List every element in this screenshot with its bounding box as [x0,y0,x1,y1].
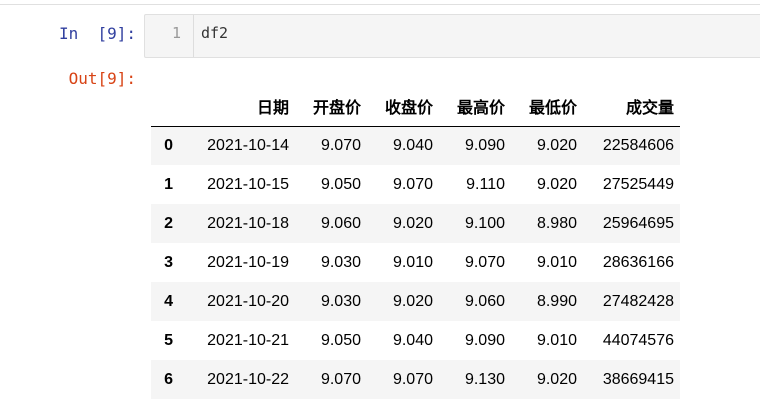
row-index: 2 [164,214,173,232]
column-header-low: 最低价 [511,86,583,127]
cell-high: 9.130 [464,370,505,388]
input-prompt: In [9]: [58,24,136,43]
row-index: 5 [164,331,173,349]
row-index: 0 [164,136,173,154]
cell-open: 9.030 [320,292,361,310]
table-row: 1 2021-10-15 9.050 9.070 9.110 9.020 275… [151,165,680,204]
index-header [151,86,179,127]
cell-date: 2021-10-18 [207,214,289,232]
cell-high: 9.100 [464,214,505,232]
cell-open: 9.050 [320,331,361,349]
cell-open: 9.070 [320,370,361,388]
cell-date: 2021-10-15 [207,175,289,193]
cell-close: 9.010 [392,253,433,271]
cell-low: 9.020 [536,370,577,388]
code-line[interactable]: df2 [201,24,228,42]
row-index: 1 [164,175,173,193]
cell-high: 9.090 [464,136,505,154]
cell-volume: 27525449 [602,175,674,193]
column-header-volume: 成交量 [583,86,680,127]
cell-close: 9.020 [392,292,433,310]
cell-volume: 28636166 [602,253,674,271]
line-number: 1 [171,24,181,42]
cell-date: 2021-10-14 [207,136,289,154]
column-header-date: 日期 [179,86,295,127]
line-number-gutter: 1 [145,15,194,57]
cell-close: 9.040 [392,136,433,154]
cell-date: 2021-10-22 [207,370,289,388]
table-row: 6 2021-10-22 9.070 9.070 9.130 9.020 386… [151,360,680,399]
cell-high: 9.060 [464,292,505,310]
cell-low: 8.980 [536,214,577,232]
column-header-high: 最高价 [439,86,511,127]
cell-high: 9.110 [466,175,505,193]
row-index: 6 [164,370,173,388]
cell-date: 2021-10-19 [207,253,289,271]
dataframe-table: 日期 开盘价 收盘价 最高价 最低价 成交量 0 2021-10-14 9.07… [151,86,680,399]
cell-volume: 25964695 [602,214,674,232]
cell-date: 2021-10-20 [207,292,289,310]
table-row: 3 2021-10-19 9.030 9.010 9.070 9.010 286… [151,243,680,282]
cell-open: 9.030 [320,253,361,271]
cell-date: 2021-10-21 [207,331,289,349]
cell-high: 9.090 [464,331,505,349]
cell-close: 9.070 [392,175,433,193]
cell-volume: 38669415 [602,370,674,388]
column-header-open: 开盘价 [295,86,367,127]
cell-low: 9.020 [536,175,577,193]
output-prompt: Out[9]: [68,69,136,88]
cell-open: 9.060 [320,214,361,232]
cell-volume: 27482428 [602,292,674,310]
cell-top-border [0,4,760,5]
cell-low: 9.020 [536,136,577,154]
code-editor[interactable]: 1 df2 [144,14,760,58]
cell-close: 9.020 [392,214,433,232]
table-row: 5 2021-10-21 9.050 9.040 9.090 9.010 440… [151,321,680,360]
cell-volume: 44074576 [602,331,674,349]
cell-low: 8.990 [536,292,577,310]
cell-close: 9.040 [392,331,433,349]
cell-low: 9.010 [536,253,577,271]
cell-volume: 22584606 [602,136,674,154]
table-header-row: 日期 开盘价 收盘价 最高价 最低价 成交量 [151,86,680,127]
table-row: 0 2021-10-14 9.070 9.040 9.090 9.020 225… [151,126,680,165]
table-row: 4 2021-10-20 9.030 9.020 9.060 8.990 274… [151,282,680,321]
column-header-close: 收盘价 [367,86,439,127]
cell-open: 9.070 [320,136,361,154]
cell-close: 9.070 [392,370,433,388]
table-row: 2 2021-10-18 9.060 9.020 9.100 8.980 259… [151,204,680,243]
row-index: 4 [164,292,173,310]
cell-low: 9.010 [536,331,577,349]
cell-open: 9.050 [320,175,361,193]
cell-high: 9.070 [464,253,505,271]
row-index: 3 [164,253,173,271]
